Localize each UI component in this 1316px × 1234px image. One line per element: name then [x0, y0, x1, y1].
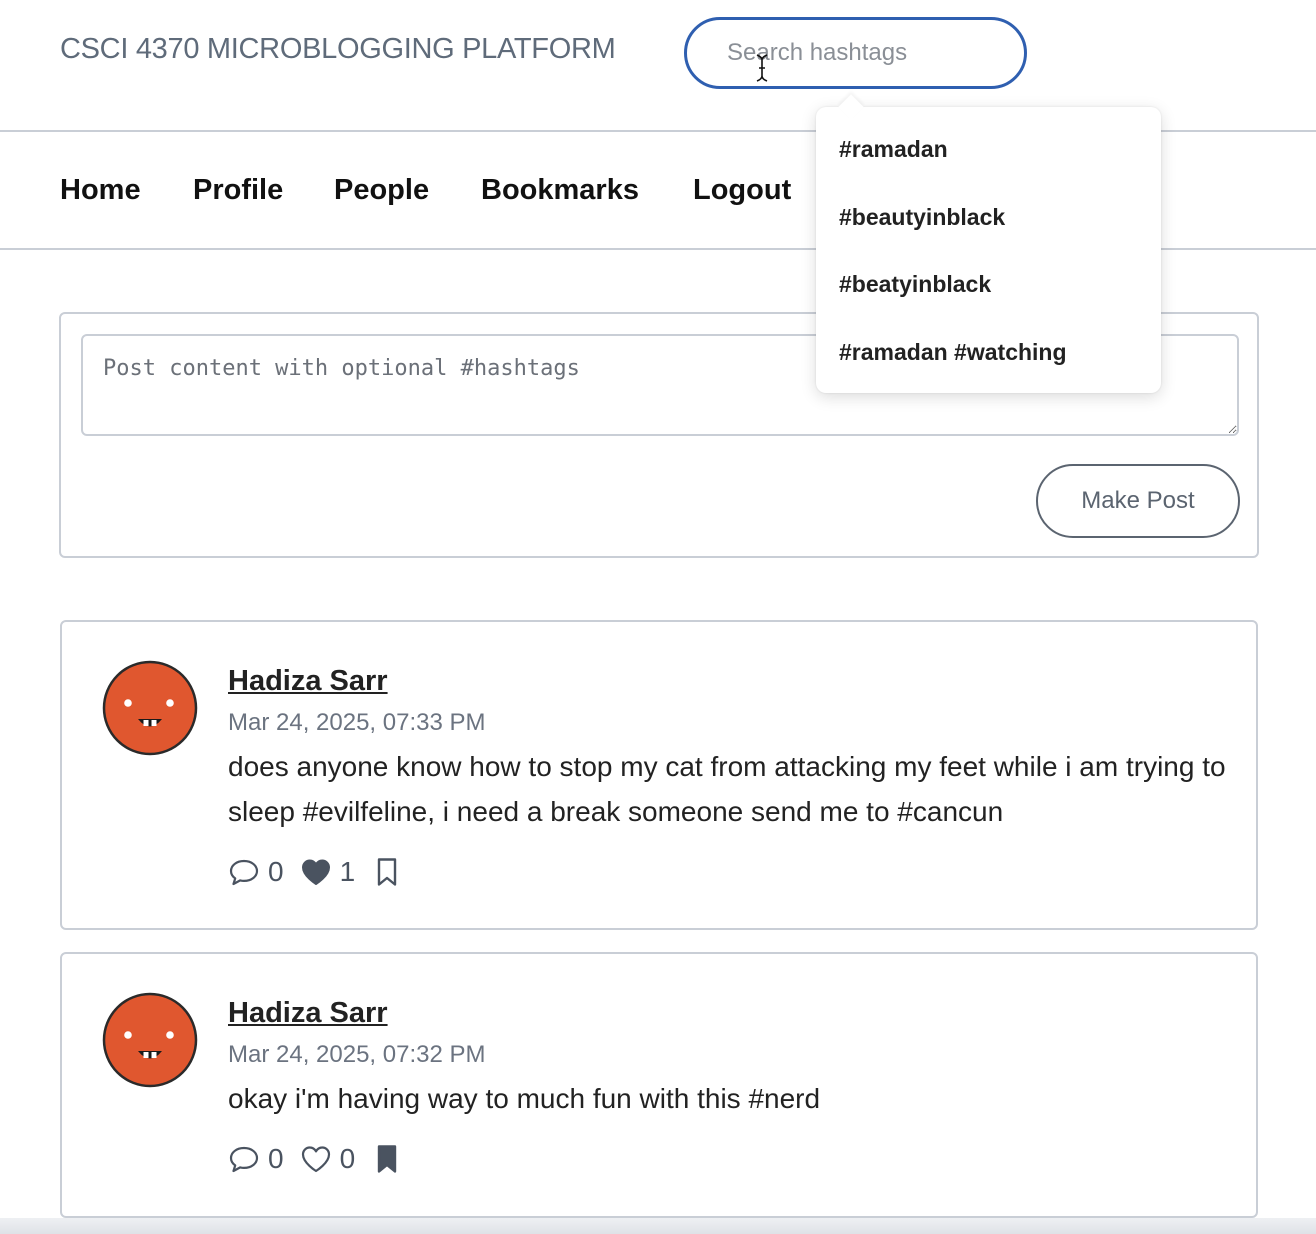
- post-author-link[interactable]: Hadiza Sarr: [228, 665, 388, 698]
- post-author-link[interactable]: Hadiza Sarr: [228, 997, 388, 1030]
- heart-outline-icon[interactable]: [300, 1143, 332, 1175]
- post-card: Hadiza Sarr Mar 24, 2025, 07:32 PM okay …: [60, 952, 1258, 1218]
- comment-count: 0: [268, 1143, 284, 1174]
- avatar-icon[interactable]: [102, 660, 198, 756]
- bottom-shade: [0, 1218, 1316, 1234]
- comment-icon[interactable]: [228, 1143, 260, 1175]
- bookmark-outline-icon[interactable]: [371, 856, 403, 888]
- nav-bookmarks-link[interactable]: Bookmarks: [481, 174, 639, 207]
- heart-filled-icon[interactable]: [300, 856, 332, 888]
- suggestion-item[interactable]: #ramadan: [839, 136, 948, 163]
- search-input[interactable]: [684, 17, 1027, 89]
- nav-people-link[interactable]: People: [334, 174, 429, 207]
- make-post-button[interactable]: Make Post: [1036, 464, 1240, 538]
- suggestion-item[interactable]: #beautyinblack: [839, 204, 1005, 231]
- post-card: Hadiza Sarr Mar 24, 2025, 07:33 PM does …: [60, 620, 1258, 930]
- nav-profile-link[interactable]: Profile: [193, 174, 283, 207]
- suggestion-item[interactable]: #ramadan #watching: [839, 339, 1067, 366]
- post-content: okay i'm having way to much fun with thi…: [228, 1083, 821, 1114]
- post-actions: 0 1: [228, 854, 403, 890]
- post-content: does anyone know how to stop my cat from…: [228, 751, 1226, 827]
- avatar-icon[interactable]: [102, 992, 198, 1088]
- comment-icon[interactable]: [228, 856, 260, 888]
- comment-count: 0: [268, 856, 284, 887]
- text-cursor-icon: [756, 54, 768, 82]
- post-actions: 0 0: [228, 1141, 403, 1177]
- suggestion-item[interactable]: #beatyinblack: [839, 271, 991, 298]
- site-title: CSCI 4370 MICROBLOGGING PLATFORM: [60, 33, 616, 65]
- hashtag-suggestions-dropdown: #ramadan #beautyinblack #beatyinblack #r…: [816, 107, 1161, 393]
- nav-home-link[interactable]: Home: [60, 174, 141, 207]
- post-timestamp: Mar 24, 2025, 07:32 PM: [228, 1041, 486, 1068]
- bookmark-filled-icon[interactable]: [371, 1143, 403, 1175]
- page: CSCI 4370 MICROBLOGGING PLATFORM Home Pr…: [0, 0, 1316, 1234]
- like-count: 0: [339, 1143, 356, 1174]
- post-timestamp: Mar 24, 2025, 07:33 PM: [228, 709, 486, 736]
- nav-logout-link[interactable]: Logout: [693, 174, 791, 207]
- like-count: 1: [339, 856, 356, 887]
